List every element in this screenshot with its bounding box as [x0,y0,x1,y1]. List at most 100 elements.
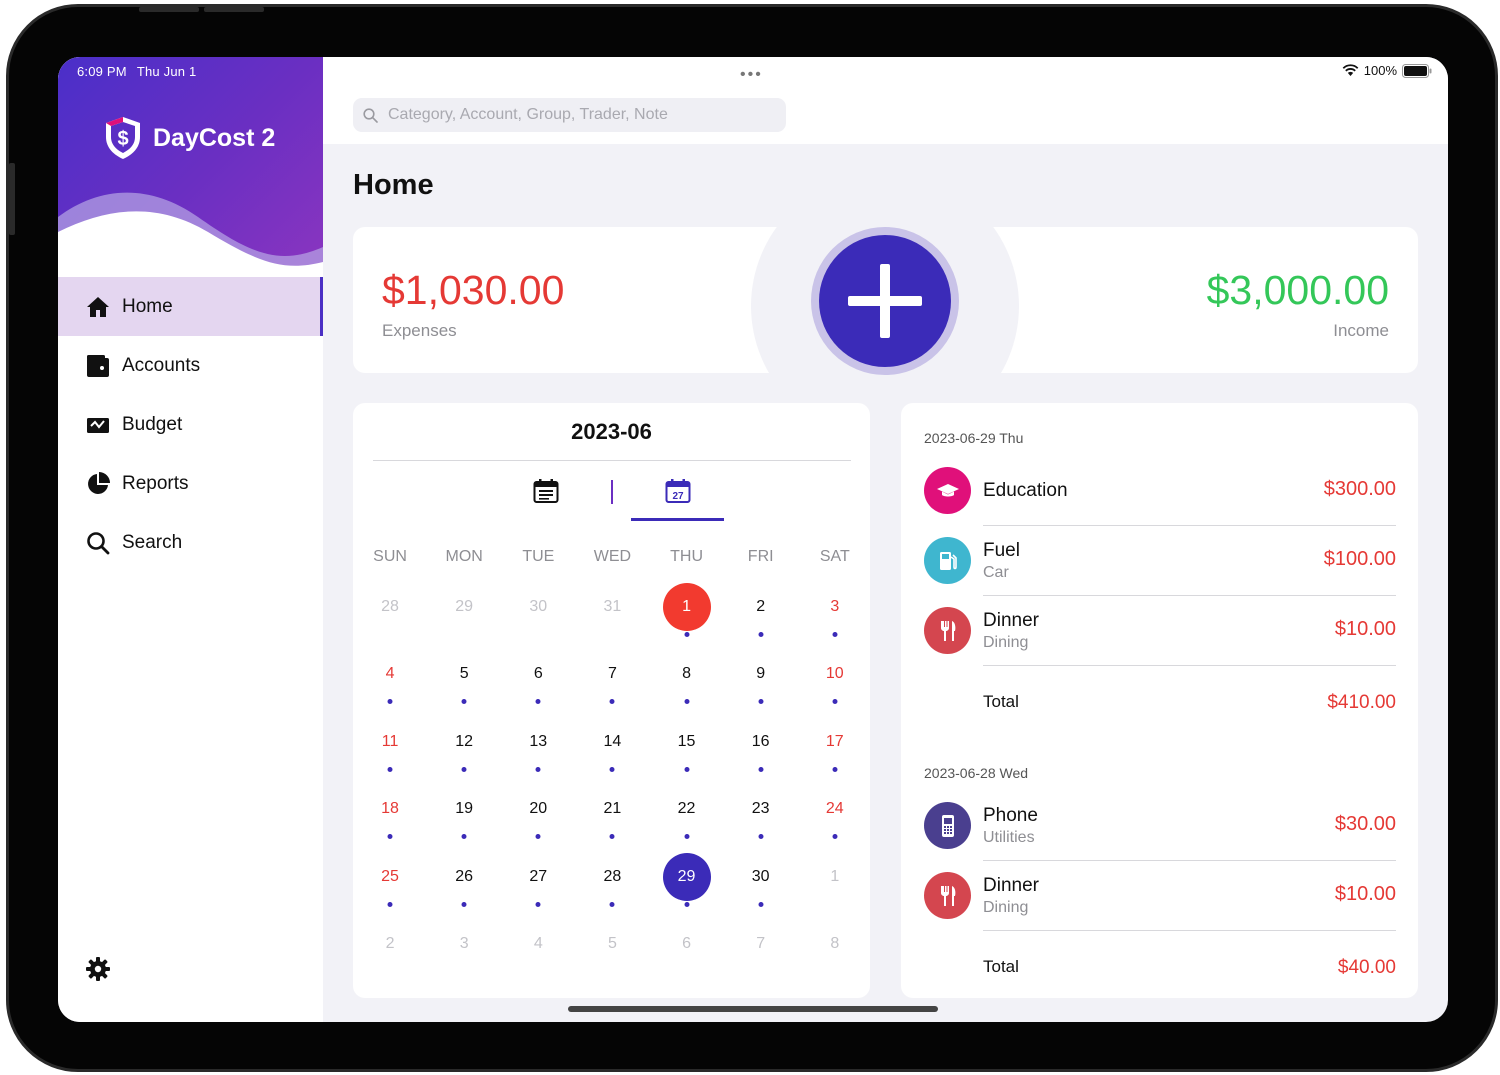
event-dot [832,632,838,637]
group-total-row: Total $410.00 [983,692,1396,713]
sidebar-item-reports[interactable]: Reports [58,454,323,513]
expenses-card[interactable]: $1,030.00 Expenses [353,227,813,373]
transaction-row[interactable]: Dinner Dining $10.00 [924,861,1396,931]
calendar-day[interactable]: 7 [575,650,649,717]
calendar-day[interactable]: 23 [724,785,798,852]
calendar-day[interactable]: 4 [501,920,575,987]
transaction-title: Dinner [983,875,1039,896]
calendar-day[interactable]: 5 [575,920,649,987]
calendar-day[interactable]: 19 [427,785,501,852]
multitasking-dots[interactable]: ••• [740,66,763,84]
income-card[interactable]: $3,000.00 Income [958,227,1418,373]
event-dot [758,699,764,705]
transaction-row[interactable]: Education $300.00 [924,456,1396,526]
calendar-day[interactable]: 25 [353,853,427,920]
settings-button[interactable] [85,956,111,982]
calendar-day[interactable]: 28 [353,583,427,650]
calendar-day-selected[interactable]: 29 [650,852,724,920]
list-view-tab[interactable] [533,478,559,504]
search-input[interactable] [388,106,778,124]
calendar-day[interactable]: 21 [575,785,649,852]
divider [983,930,1396,931]
power-button [9,163,15,235]
calendar-day[interactable]: 31 [575,583,649,650]
calendar-day[interactable]: 14 [575,718,649,785]
utensils-icon [940,885,955,906]
status-time: 6:09 PM [77,64,127,79]
event-dot [832,699,838,705]
event-dot [758,632,764,637]
calendar-day[interactable]: 11 [353,718,427,785]
calendar-grid: SUN MON TUE WED THU FRI SAT 28 29 30 31 … [353,548,870,987]
calendar-day[interactable]: 2 [353,920,427,987]
month-calendar-icon: 27 [665,479,691,503]
event-dot [387,699,393,705]
calendar-day[interactable]: 6 [650,920,724,987]
transaction-row[interactable]: Fuel Car $100.00 [924,526,1396,596]
calendar-day[interactable]: 28 [575,853,649,920]
transaction-row[interactable]: Dinner Dining $10.00 [924,596,1396,666]
utensils-icon [940,620,955,641]
search-bar[interactable] [353,98,786,132]
calendar-day[interactable]: 8 [798,920,872,987]
weekday-label: WED [593,548,632,565]
sidebar-item-label: Budget [122,413,183,435]
calendar-day[interactable]: 2 [724,583,798,650]
svg-text:$: $ [117,128,128,150]
sidebar-item-search[interactable]: Search [58,513,323,572]
calendar-day[interactable]: 24 [798,785,872,852]
category-icon-badge [924,872,971,919]
event-dot [684,766,690,772]
calendar-day[interactable]: 3 [798,583,872,650]
calendar-day[interactable]: 29 [427,583,501,650]
calendar-day[interactable]: 17 [798,718,872,785]
calendar-day[interactable]: 16 [724,718,798,785]
add-transaction-button[interactable] [819,235,951,367]
calendar-day[interactable]: 4 [353,650,427,717]
sidebar-item-label: Search [122,531,183,553]
calendar-day[interactable]: 12 [427,718,501,785]
event-dot [535,699,541,705]
event-dot [684,632,690,637]
active-tab-underline [631,518,724,521]
calendar-day[interactable]: 6 [501,650,575,717]
calendar-day-today[interactable]: 1 [650,583,724,650]
transaction-row[interactable]: Phone Utilities $30.00 [924,791,1396,861]
calendar-day[interactable]: 8 [650,650,724,717]
category-icon-badge [924,607,971,654]
calendar-view-toggle: 27 [353,476,870,521]
calendar-day[interactable]: 18 [353,785,427,852]
event-dot [535,901,541,907]
calendar-day[interactable]: 26 [427,853,501,920]
calendar-day[interactable]: 30 [501,583,575,650]
sidebar-item-accounts[interactable]: Accounts [58,336,323,395]
event-dot [535,834,541,840]
calendar-day[interactable]: 20 [501,785,575,852]
calendar-day[interactable]: 9 [724,650,798,717]
sidebar-item-label: Reports [122,472,189,494]
calendar-day[interactable]: 22 [650,785,724,852]
calendar-day[interactable]: 10 [798,650,872,717]
total-label: Total [983,692,1019,711]
calendar-day[interactable]: 7 [724,920,798,987]
home-indicator[interactable] [568,1006,938,1012]
sidebar-item-budget[interactable]: Budget [58,395,323,454]
status-date: Thu Jun 1 [136,64,197,79]
shield-dollar-icon: $ [106,117,140,159]
phone-icon [941,814,954,837]
calendar-day[interactable]: 30 [724,853,798,920]
calendar-day[interactable]: 15 [650,718,724,785]
calendar-day[interactable]: 13 [501,718,575,785]
event-dot [461,901,467,907]
calendar-day[interactable]: 5 [427,650,501,717]
search-icon [86,531,110,555]
sidebar-item-home[interactable]: Home [58,277,323,336]
wifi-icon [1342,64,1359,76]
transaction-subtitle: Car [983,564,1009,581]
income-label: Income [1333,321,1389,340]
month-view-tab[interactable]: 27 [665,478,691,504]
calendar-day[interactable]: 1 [798,853,872,920]
calendar-month-title[interactable]: 2023-06 [353,419,870,445]
calendar-day[interactable]: 27 [501,853,575,920]
calendar-day[interactable]: 3 [427,920,501,987]
